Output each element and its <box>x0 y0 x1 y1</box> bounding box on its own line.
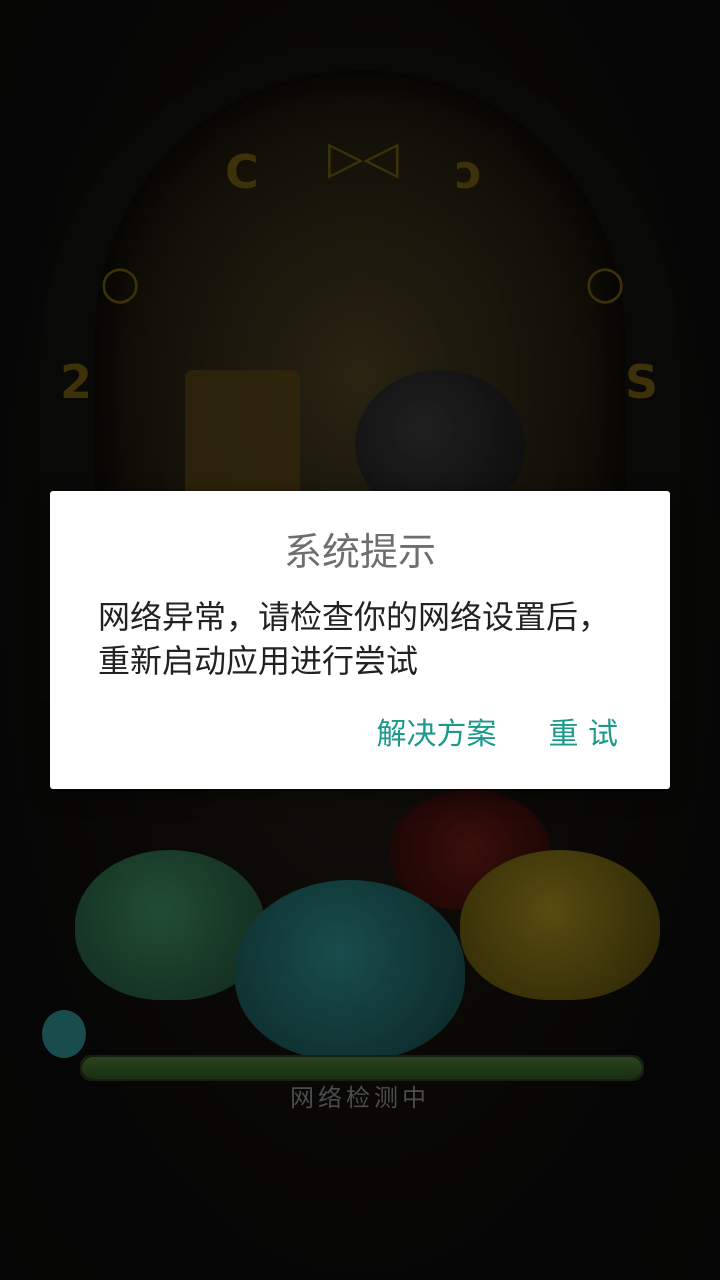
solution-button[interactable]: 解决方案 <box>376 709 496 753</box>
dialog-message: 网络异常，请检查你的网络设置后，重新启动应用进行尝试 <box>98 598 611 680</box>
dialog-title: 系统提示 <box>283 530 436 574</box>
splash-screen: C ▷◁ ɔ ○ ○ 2 S 网络检测中 系统提示 网络异常，请检查你的网络设置… <box>0 0 720 1280</box>
network-error-dialog: 系统提示 网络异常，请检查你的网络设置后，重新启动应用进行尝试 解决方案 重 试 <box>50 491 670 789</box>
retry-button[interactable]: 重 试 <box>548 709 618 753</box>
dialog-actions: 解决方案 重 试 <box>376 709 618 753</box>
